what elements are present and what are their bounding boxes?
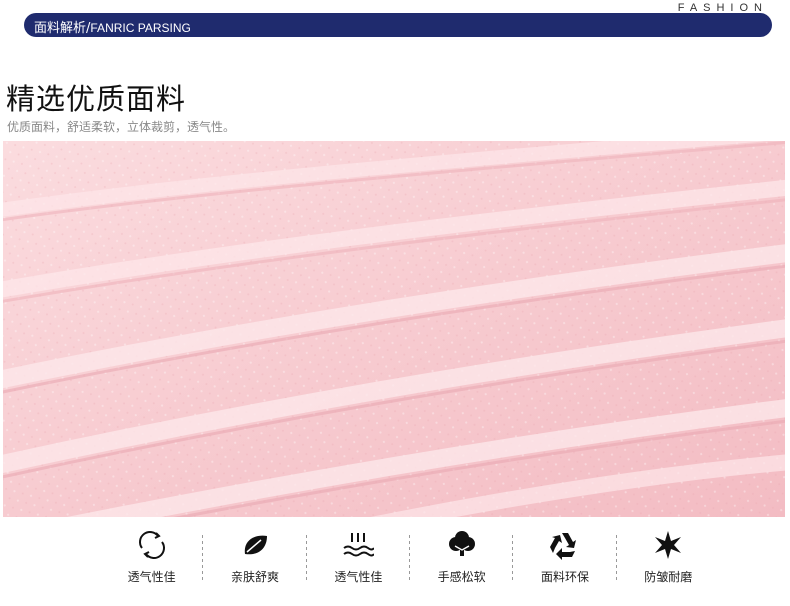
recycle-icon xyxy=(549,530,581,560)
feature-label: 亲肤舒爽 xyxy=(230,570,279,584)
feature-list: 透气性佳 亲肤舒爽 透气性佳 手感松软 面料环保 防皱耐磨 xyxy=(100,526,720,588)
breathable-swirl-icon xyxy=(136,530,168,560)
fabric-image xyxy=(3,141,785,517)
leaf-icon xyxy=(239,530,271,560)
feature-label: 面料环保 xyxy=(540,570,589,584)
fabric-texture xyxy=(3,141,785,517)
feature-item: 透气性佳 xyxy=(307,526,410,588)
page-subtitle: 优质面料，舒适柔软，立体裁剪，透气性。 xyxy=(7,120,236,134)
feature-item: 手感松软 xyxy=(410,526,514,588)
banner-title: 面料解析/FANRIC PARSING xyxy=(34,17,191,36)
feature-item: 防皱耐磨 xyxy=(617,526,720,588)
section-banner: 面料解析/FANRIC PARSING xyxy=(24,13,772,37)
steam-waves-icon xyxy=(342,530,376,560)
feature-label: 手感松软 xyxy=(437,570,486,584)
feature-item: 透气性佳 xyxy=(100,526,204,588)
feature-item: 亲肤舒爽 xyxy=(203,526,307,588)
banner-title-cn: 面料解析/ xyxy=(34,21,91,36)
star-burst-icon xyxy=(652,530,684,560)
feature-label: 防皱耐磨 xyxy=(644,570,693,584)
page-title: 精选优质面料 xyxy=(6,82,187,116)
feature-item: 面料环保 xyxy=(513,526,617,588)
cloud-tree-icon xyxy=(446,530,478,560)
feature-label: 透气性佳 xyxy=(127,570,176,584)
banner-title-en: FANRIC PARSING xyxy=(90,21,191,35)
feature-label: 透气性佳 xyxy=(334,570,383,584)
